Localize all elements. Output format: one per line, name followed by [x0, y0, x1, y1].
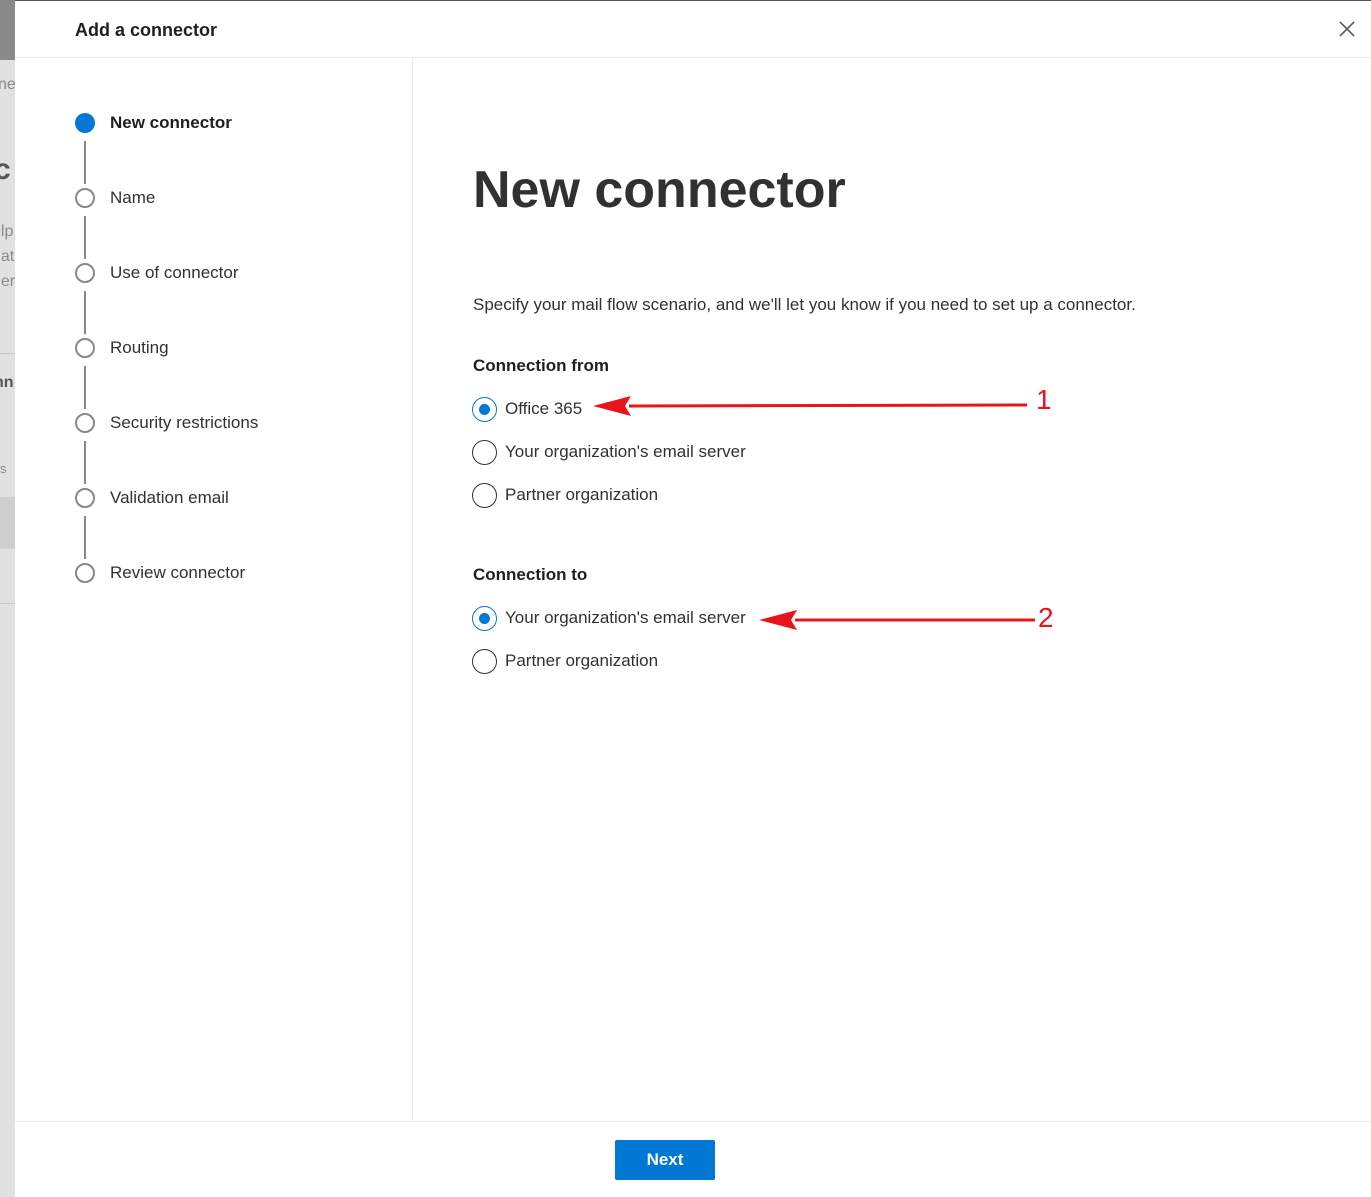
radio-from-partner-org[interactable]: Partner organization — [472, 482, 658, 508]
radio-label: Office 365 — [505, 399, 583, 418]
step-indicator — [75, 563, 95, 583]
step-label: Validation email — [110, 488, 229, 507]
step-indicator — [75, 338, 95, 358]
step-label: Routing — [110, 338, 169, 357]
radio-to-partner-org[interactable]: Partner organization — [472, 648, 658, 674]
background-text-fragment: ne — [0, 76, 15, 93]
radio-from-office-365[interactable]: Office 365 — [472, 396, 582, 422]
step-label: Use of connector — [110, 263, 239, 282]
step-connector-line — [84, 141, 86, 184]
wizard-steps: New connector Name Use of connector Rout… — [15, 58, 413, 1121]
step-current-indicator — [75, 113, 95, 133]
step-connector-line — [84, 366, 86, 409]
close-button[interactable] — [1337, 19, 1357, 39]
step-name: Name — [75, 186, 155, 210]
background-text-fragment: s — [0, 461, 7, 476]
radio-button-checked[interactable] — [472, 396, 497, 422]
radio-button[interactable] — [472, 439, 497, 465]
step-use-of-connector: Use of connector — [75, 261, 239, 285]
annotation-arrow-1 — [593, 396, 1028, 416]
connection-to-label: Connection to — [473, 565, 588, 584]
add-connector-panel: Add a connector New connector Name Use o… — [15, 0, 1371, 1197]
step-indicator — [75, 488, 95, 508]
panel-title: Add a connector — [75, 20, 218, 40]
radio-button[interactable] — [472, 648, 497, 674]
annotation-number-2: 2 — [1038, 602, 1054, 633]
page-description: Specify your mail flow scenario, and we'… — [473, 295, 1136, 314]
radio-button[interactable] — [472, 482, 497, 508]
background-page: ne c elp nat ner nn s — [0, 0, 15, 1197]
close-icon — [1339, 21, 1355, 37]
background-divider — [0, 603, 15, 604]
step-label: Name — [110, 188, 156, 207]
background-text-fragment: ner — [0, 273, 15, 290]
annotation-number-1: 1 — [1036, 384, 1052, 415]
step-connector-line — [84, 516, 86, 559]
radio-label: Partner organization — [505, 651, 659, 670]
step-label: Review connector — [110, 563, 246, 582]
radio-to-org-email-server[interactable]: Your organization's email server — [472, 605, 746, 631]
step-indicator — [75, 188, 95, 208]
annotation-arrow-2 — [759, 610, 1035, 630]
page-title: New connector — [473, 161, 846, 219]
background-top-bar — [0, 0, 15, 60]
step-validation-email: Validation email — [75, 486, 229, 510]
background-text-fragment: nat — [0, 248, 15, 265]
connection-from-label: Connection from — [473, 356, 609, 375]
step-label: New connector — [110, 113, 232, 132]
next-button[interactable]: Next — [615, 1140, 715, 1180]
radio-label: Your organization's email server — [505, 608, 746, 627]
background-heading-fragment: c — [0, 153, 11, 186]
step-security-restrictions: Security restrictions — [75, 411, 258, 435]
background-text-fragment: nn — [0, 374, 14, 391]
radio-label: Your organization's email server — [505, 442, 746, 461]
panel-footer: Next — [15, 1121, 1371, 1197]
radio-from-org-email-server[interactable]: Your organization's email server — [472, 439, 746, 465]
step-new-connector: New connector — [75, 111, 232, 135]
background-text-fragment: elp — [0, 223, 14, 240]
step-connector-line — [84, 291, 86, 334]
radio-button-checked[interactable] — [472, 605, 497, 631]
step-connector-line — [84, 441, 86, 484]
step-connector-line — [84, 216, 86, 259]
radio-label: Partner organization — [505, 485, 659, 504]
panel-header: Add a connector — [15, 1, 1371, 58]
main-content: New connector Specify your mail flow sce… — [413, 58, 1371, 1121]
background-divider — [0, 353, 15, 354]
step-indicator — [75, 413, 95, 433]
background-selected-row — [0, 497, 15, 549]
step-label: Security restrictions — [110, 413, 259, 432]
step-review-connector: Review connector — [75, 561, 245, 585]
step-indicator — [75, 263, 95, 283]
step-routing: Routing — [75, 336, 169, 360]
